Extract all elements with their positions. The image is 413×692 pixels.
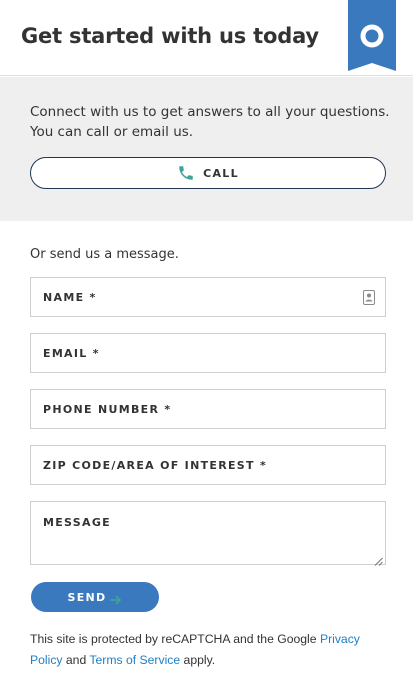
send-button[interactable]: SEND bbox=[31, 582, 159, 612]
contact-card-icon[interactable] bbox=[363, 290, 375, 305]
recaptcha-notice: This site is protected by reCAPTCHA and … bbox=[30, 629, 380, 670]
phone-number-field-label: PHONE NUMBER * bbox=[43, 403, 172, 416]
page-header: Get started with us today bbox=[0, 0, 413, 76]
brand-bookmark-icon bbox=[348, 0, 396, 71]
message-textarea[interactable]: MESSAGE bbox=[30, 501, 386, 566]
contact-panel: Connect with us to get answers to all yo… bbox=[0, 77, 413, 221]
name-field[interactable]: NAME * bbox=[30, 277, 386, 317]
send-button-label: SEND bbox=[67, 590, 107, 604]
recaptcha-prefix: This site is protected by reCAPTCHA and … bbox=[30, 632, 320, 646]
zip-code-field-label: ZIP CODE/AREA OF INTEREST * bbox=[43, 459, 267, 472]
message-form-intro: Or send us a message. bbox=[30, 247, 179, 262]
phone-icon bbox=[177, 164, 195, 182]
message-field-label: MESSAGE bbox=[43, 516, 111, 529]
recaptcha-middle: and bbox=[62, 652, 90, 667]
email-field[interactable]: EMAIL * bbox=[30, 333, 386, 373]
call-button[interactable]: CALL bbox=[30, 157, 386, 189]
page-title: Get started with us today bbox=[21, 24, 319, 48]
resize-grip-icon[interactable] bbox=[374, 553, 383, 566]
phone-number-field[interactable]: PHONE NUMBER * bbox=[30, 389, 386, 429]
contact-intro-text: Connect with us to get answers to all yo… bbox=[30, 104, 390, 140]
arrow-right-icon bbox=[110, 592, 122, 605]
call-button-label: CALL bbox=[203, 166, 239, 180]
email-field-label: EMAIL * bbox=[43, 347, 100, 360]
recaptcha-suffix: apply. bbox=[180, 652, 216, 667]
terms-of-service-link[interactable]: Terms of Service bbox=[89, 653, 180, 667]
name-field-label: NAME * bbox=[43, 291, 97, 304]
zip-code-field[interactable]: ZIP CODE/AREA OF INTEREST * bbox=[30, 445, 386, 485]
